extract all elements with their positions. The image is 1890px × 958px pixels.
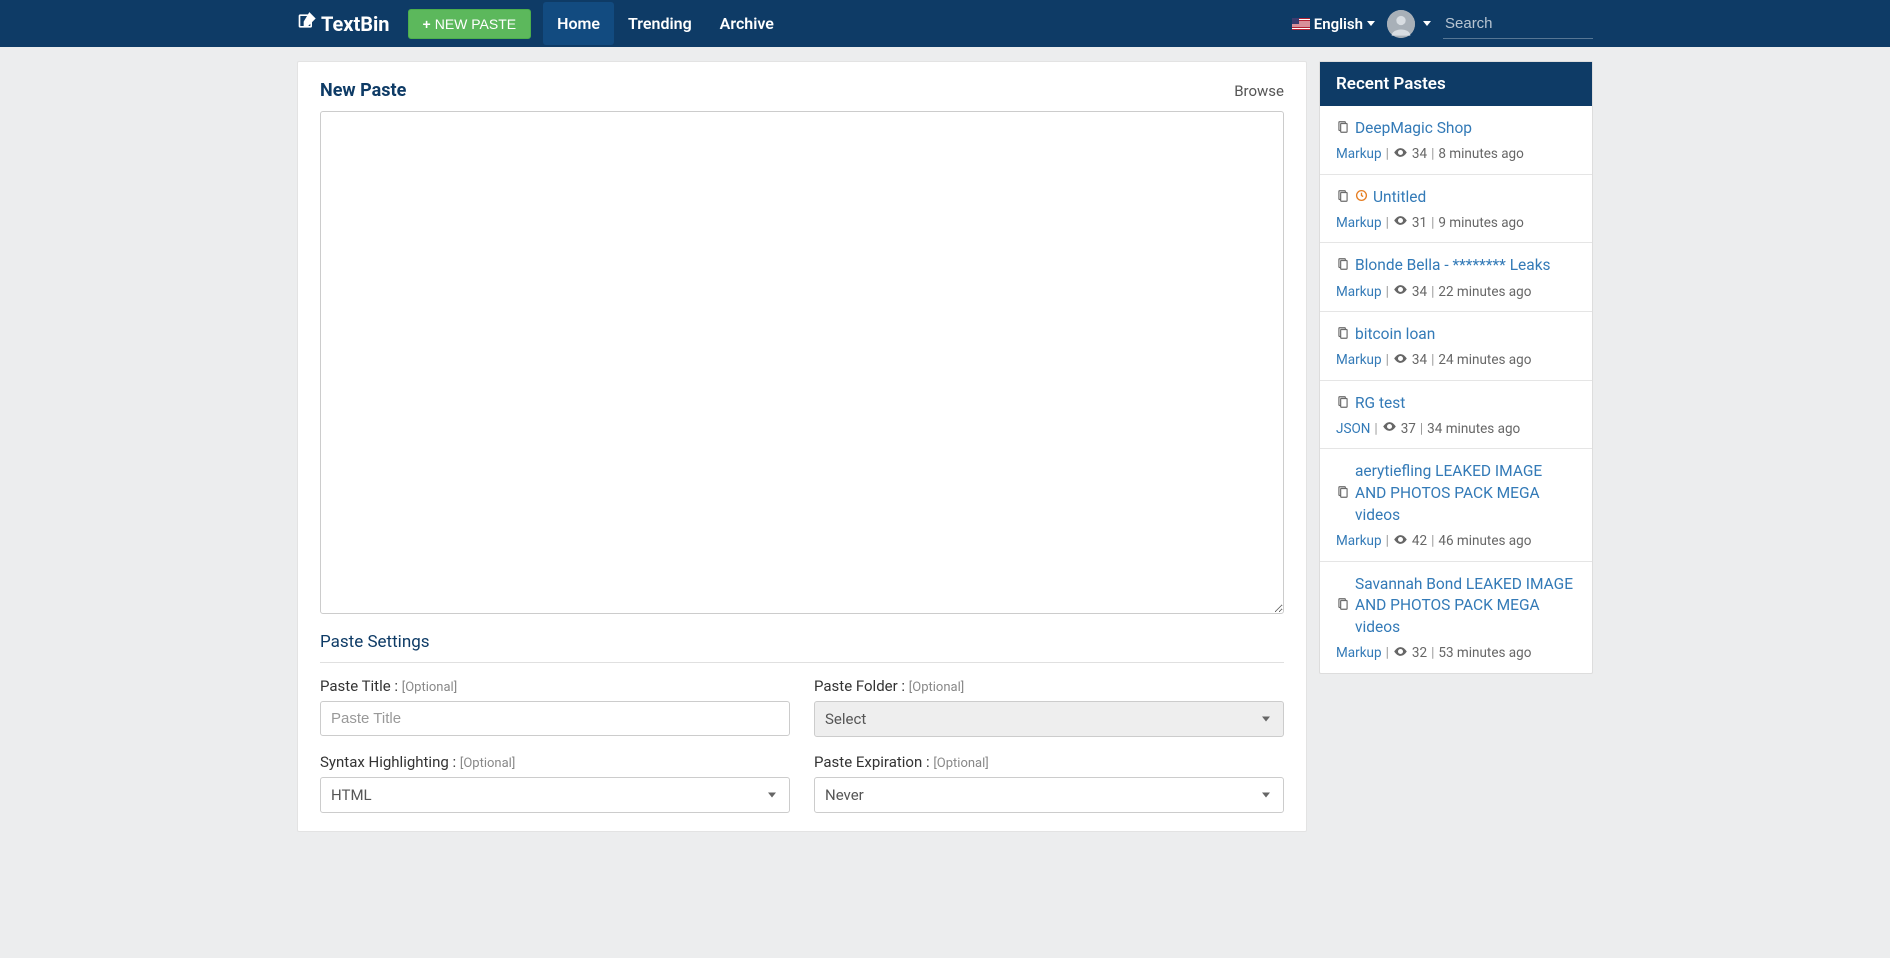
recent-paste-link[interactable]: bitcoin loan: [1355, 324, 1435, 346]
new-paste-panel: New Paste Browse Paste Settings Paste Ti…: [297, 61, 1307, 832]
paste-title-input[interactable]: [320, 701, 790, 736]
recent-paste-time: 53 minutes ago: [1438, 645, 1531, 661]
recent-paste-meta: Markup | 31 | 9 minutes ago: [1336, 213, 1576, 232]
flag-us-icon: [1292, 18, 1310, 30]
recent-paste-item: DeepMagic Shop Markup | 34 | 8 minutes ag…: [1320, 106, 1592, 174]
brand-text: TextBin: [321, 12, 390, 36]
recent-paste-meta: Markup | 34 | 8 minutes ago: [1336, 145, 1576, 164]
recent-paste-time: 8 minutes ago: [1438, 146, 1523, 162]
eye-icon: [1393, 351, 1408, 370]
top-navbar: TextBin + NEW PASTE HomeTrendingArchive …: [0, 0, 1890, 47]
recent-paste-lang[interactable]: JSON: [1336, 421, 1370, 437]
recent-pastes-title: Recent Pastes: [1320, 62, 1592, 106]
recent-paste-lang[interactable]: Markup: [1336, 146, 1382, 162]
recent-pastes-list: DeepMagic Shop Markup | 34 | 8 minutes ag…: [1320, 106, 1592, 673]
recent-paste-item: aerytiefling LEAKED IMAGE AND PHOTOS PAC…: [1320, 448, 1592, 560]
expiration-label: Paste Expiration : [Optional]: [814, 753, 1284, 771]
expiration-select[interactable]: Never: [814, 777, 1284, 813]
recent-paste-item: bitcoin loan Markup | 34 | 24 minutes ago: [1320, 311, 1592, 380]
eye-icon: [1393, 282, 1408, 301]
browse-link[interactable]: Browse: [1234, 82, 1284, 100]
document-icon: [1336, 395, 1350, 413]
recent-paste-meta: Markup | 32 | 53 minutes ago: [1336, 644, 1576, 663]
eye-icon: [1382, 419, 1397, 438]
language-label: English: [1314, 15, 1363, 33]
document-icon: [1336, 326, 1350, 344]
recent-paste-views: 34: [1412, 284, 1427, 300]
paste-title-label: Paste Title : [Optional]: [320, 677, 790, 695]
recent-paste-views: 42: [1412, 533, 1427, 549]
recent-pastes-panel: Recent Pastes DeepMagic Shop Markup | 34 …: [1319, 61, 1593, 674]
chevron-down-icon: [1423, 21, 1431, 26]
recent-paste-meta: Markup | 42 | 46 minutes ago: [1336, 532, 1576, 551]
recent-paste-views: 34: [1412, 146, 1427, 162]
eye-icon: [1393, 532, 1408, 551]
recent-paste-link[interactable]: Untitled: [1373, 187, 1426, 209]
recent-paste-item: Untitled Markup | 31 | 9 minutes ago: [1320, 174, 1592, 243]
language-selector[interactable]: English: [1292, 15, 1375, 33]
document-icon: [1336, 597, 1350, 615]
user-menu[interactable]: [1387, 10, 1431, 38]
recent-paste-item: Savannah Bond LEAKED IMAGE AND PHOTOS PA…: [1320, 561, 1592, 673]
recent-paste-views: 32: [1412, 645, 1427, 661]
recent-paste-time: 34 minutes ago: [1427, 421, 1520, 437]
nav-link-trending[interactable]: Trending: [614, 2, 706, 45]
eye-icon: [1393, 644, 1408, 663]
recent-paste-lang[interactable]: Markup: [1336, 215, 1382, 231]
paste-content-textarea[interactable]: [320, 111, 1284, 614]
recent-paste-meta: JSON | 37 | 34 minutes ago: [1336, 419, 1576, 438]
document-icon: [1336, 485, 1350, 503]
recent-paste-lang[interactable]: Markup: [1336, 284, 1382, 300]
settings-title: Paste Settings: [320, 632, 1284, 652]
syntax-select[interactable]: HTML: [320, 777, 790, 813]
recent-paste-link[interactable]: aerytiefling LEAKED IMAGE AND PHOTOS PAC…: [1355, 461, 1576, 526]
nav-link-home[interactable]: Home: [543, 2, 614, 45]
recent-paste-time: 9 minutes ago: [1438, 215, 1523, 231]
recent-paste-link[interactable]: DeepMagic Shop: [1355, 118, 1472, 140]
recent-paste-link[interactable]: Blonde Bella - ******** Leaks: [1355, 255, 1551, 277]
document-icon: [1336, 257, 1350, 275]
recent-paste-views: 37: [1401, 421, 1416, 437]
recent-paste-lang[interactable]: Markup: [1336, 352, 1382, 368]
chevron-down-icon: [1367, 21, 1375, 26]
clock-icon: [1355, 189, 1368, 206]
recent-paste-link[interactable]: Savannah Bond LEAKED IMAGE AND PHOTOS PA…: [1355, 574, 1576, 639]
brand-logo[interactable]: TextBin: [297, 11, 390, 36]
plus-icon: +: [423, 16, 431, 32]
eye-icon: [1393, 145, 1408, 164]
recent-paste-views: 31: [1412, 215, 1427, 231]
paste-folder-label: Paste Folder : [Optional]: [814, 677, 1284, 695]
recent-paste-lang[interactable]: Markup: [1336, 645, 1382, 661]
avatar-icon: [1387, 10, 1415, 38]
recent-paste-link[interactable]: RG test: [1355, 393, 1405, 415]
recent-paste-lang[interactable]: Markup: [1336, 533, 1382, 549]
recent-paste-time: 22 minutes ago: [1438, 284, 1531, 300]
recent-paste-meta: Markup | 34 | 24 minutes ago: [1336, 351, 1576, 370]
recent-paste-meta: Markup | 34 | 22 minutes ago: [1336, 282, 1576, 301]
recent-paste-views: 34: [1412, 352, 1427, 368]
new-paste-button[interactable]: + NEW PASTE: [408, 9, 532, 39]
recent-paste-time: 24 minutes ago: [1438, 352, 1531, 368]
recent-paste-item: Blonde Bella - ******** Leaks Markup | 34…: [1320, 242, 1592, 311]
syntax-label: Syntax Highlighting : [Optional]: [320, 753, 790, 771]
recent-paste-time: 46 minutes ago: [1438, 533, 1531, 549]
recent-paste-item: RG test JSON | 37 | 34 minutes ago: [1320, 380, 1592, 449]
eye-icon: [1393, 213, 1408, 232]
new-paste-label: NEW PASTE: [435, 16, 516, 32]
page-title: New Paste: [320, 80, 406, 101]
paste-folder-select[interactable]: Select: [814, 701, 1284, 737]
nav-link-archive[interactable]: Archive: [706, 2, 788, 45]
document-icon: [1336, 120, 1350, 138]
nav-links: HomeTrendingArchive: [543, 2, 788, 45]
pencil-square-icon: [297, 11, 317, 36]
document-icon: [1336, 189, 1350, 207]
search-input[interactable]: [1443, 9, 1593, 39]
